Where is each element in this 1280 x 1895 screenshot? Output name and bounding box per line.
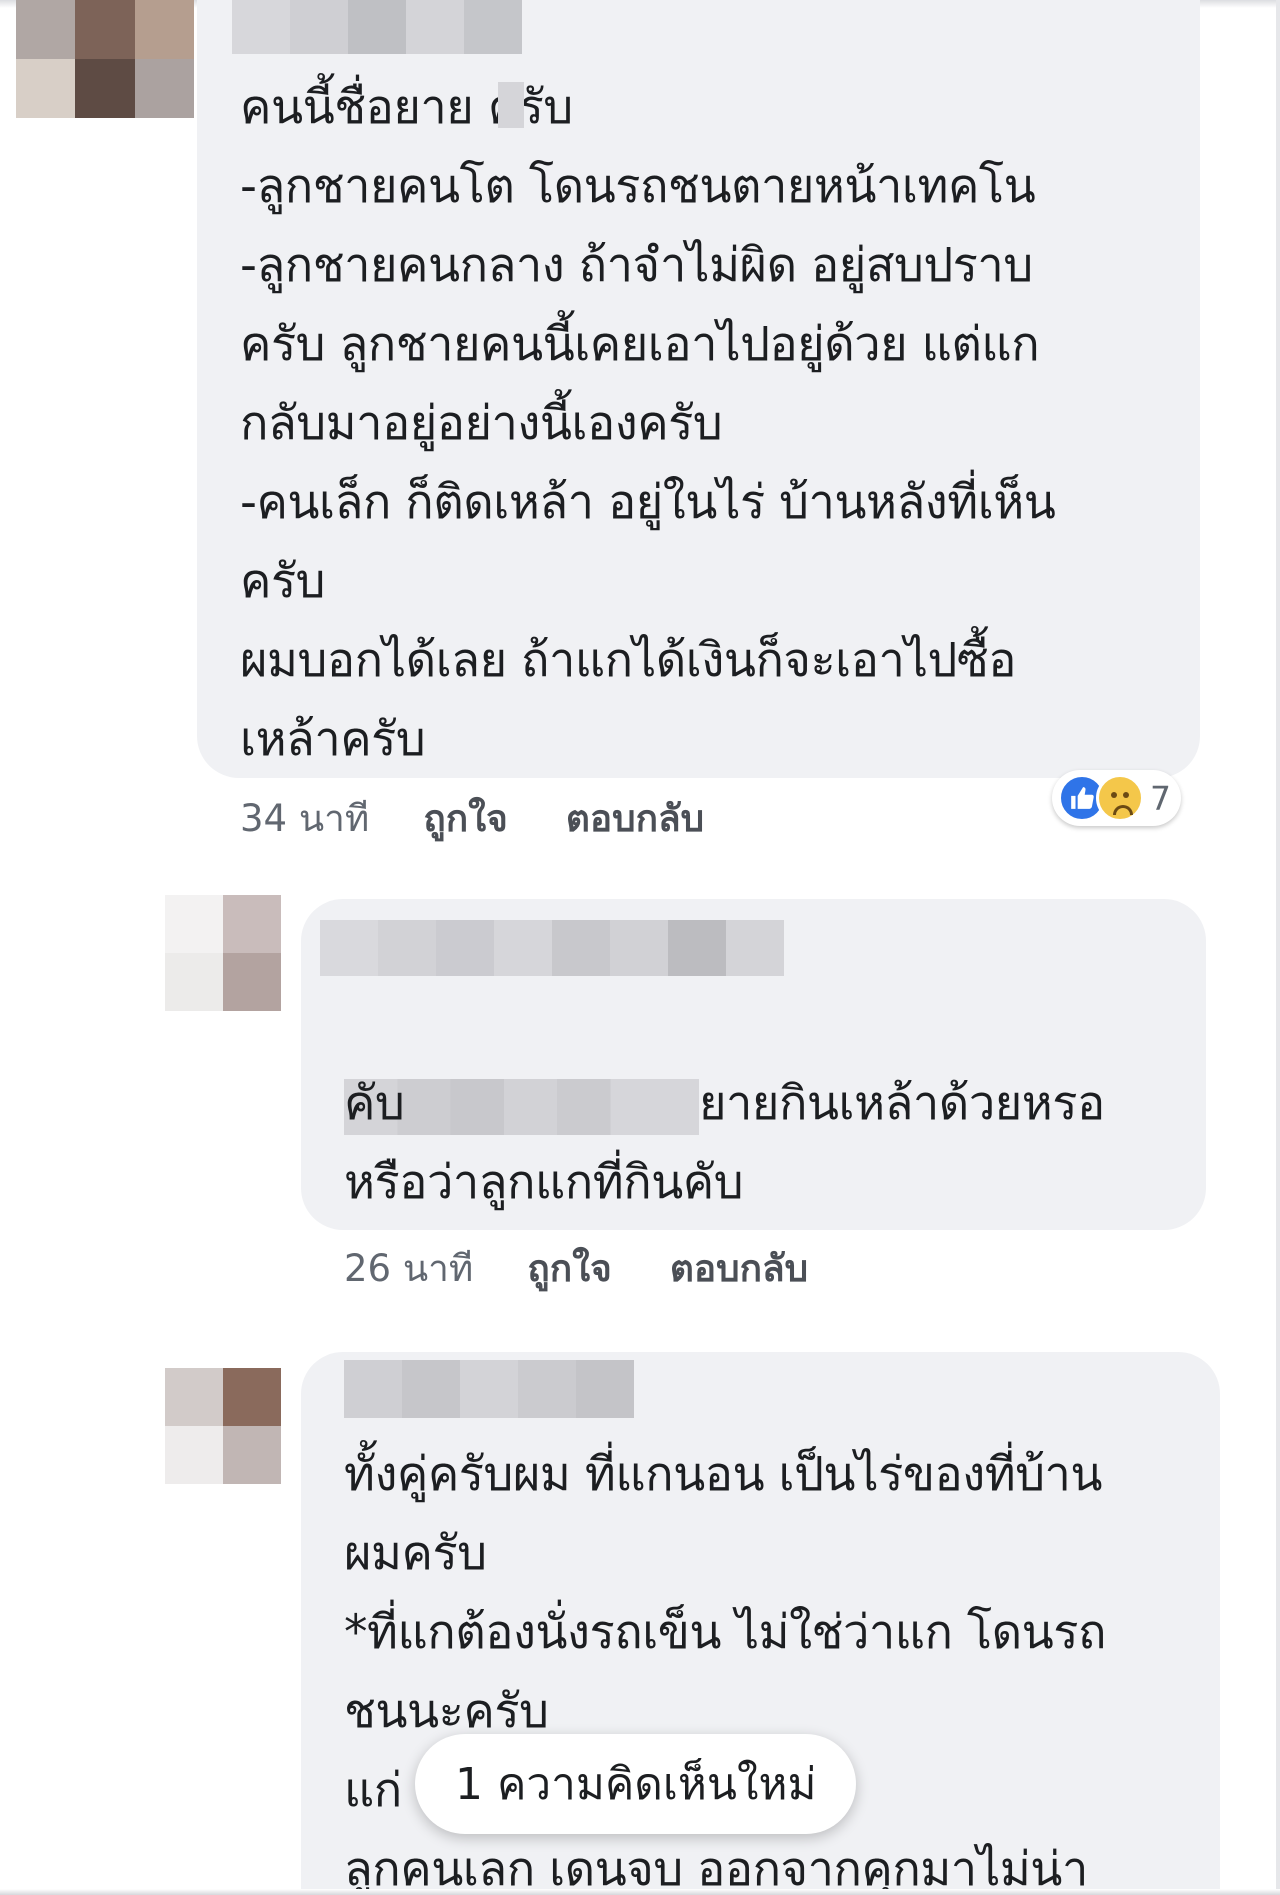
reply-link[interactable]: ตอบกลับ — [670, 1239, 808, 1298]
comment-actions: 34 นาที ถูกใจ ตอบกลับ — [240, 790, 762, 846]
reaction-count: 7 — [1150, 778, 1171, 818]
bottom-divider — [0, 1889, 1280, 1895]
reactions-summary[interactable]: 7 — [1052, 770, 1181, 826]
comment-timestamp[interactable]: 26 นาที — [344, 1239, 473, 1298]
commenter-name-redacted[interactable] — [344, 1360, 634, 1418]
comment-text: คนนี้ชื่อยาย ครับ -ลูกชายคนโต โดนรถชนตาย… — [240, 80, 1056, 767]
like-link[interactable]: ถูกใจ — [423, 789, 508, 848]
comment-timestamp[interactable]: 34 นาที — [240, 789, 369, 848]
avatar[interactable] — [165, 895, 281, 1011]
sad-icon — [1096, 774, 1144, 822]
like-link[interactable]: ถูกใจ — [527, 1239, 612, 1298]
redacted-word — [498, 82, 524, 128]
avatar[interactable] — [165, 1368, 281, 1484]
reply-link[interactable]: ตอบกลับ — [566, 789, 704, 848]
comment-text-continued: คับ หรือว่าลูกแกที่กินคับ — [344, 1076, 744, 1210]
right-edge — [1276, 0, 1280, 1895]
avatar[interactable] — [16, 0, 194, 118]
comment-actions: 26 นาที ถูกใจ ตอบกลับ — [344, 1240, 866, 1296]
commenter-name-redacted[interactable] — [232, 0, 522, 54]
commenter-name-redacted[interactable] — [320, 920, 784, 976]
new-comments-button[interactable]: 1 ความคิดเห็นใหม่ — [415, 1734, 857, 1834]
